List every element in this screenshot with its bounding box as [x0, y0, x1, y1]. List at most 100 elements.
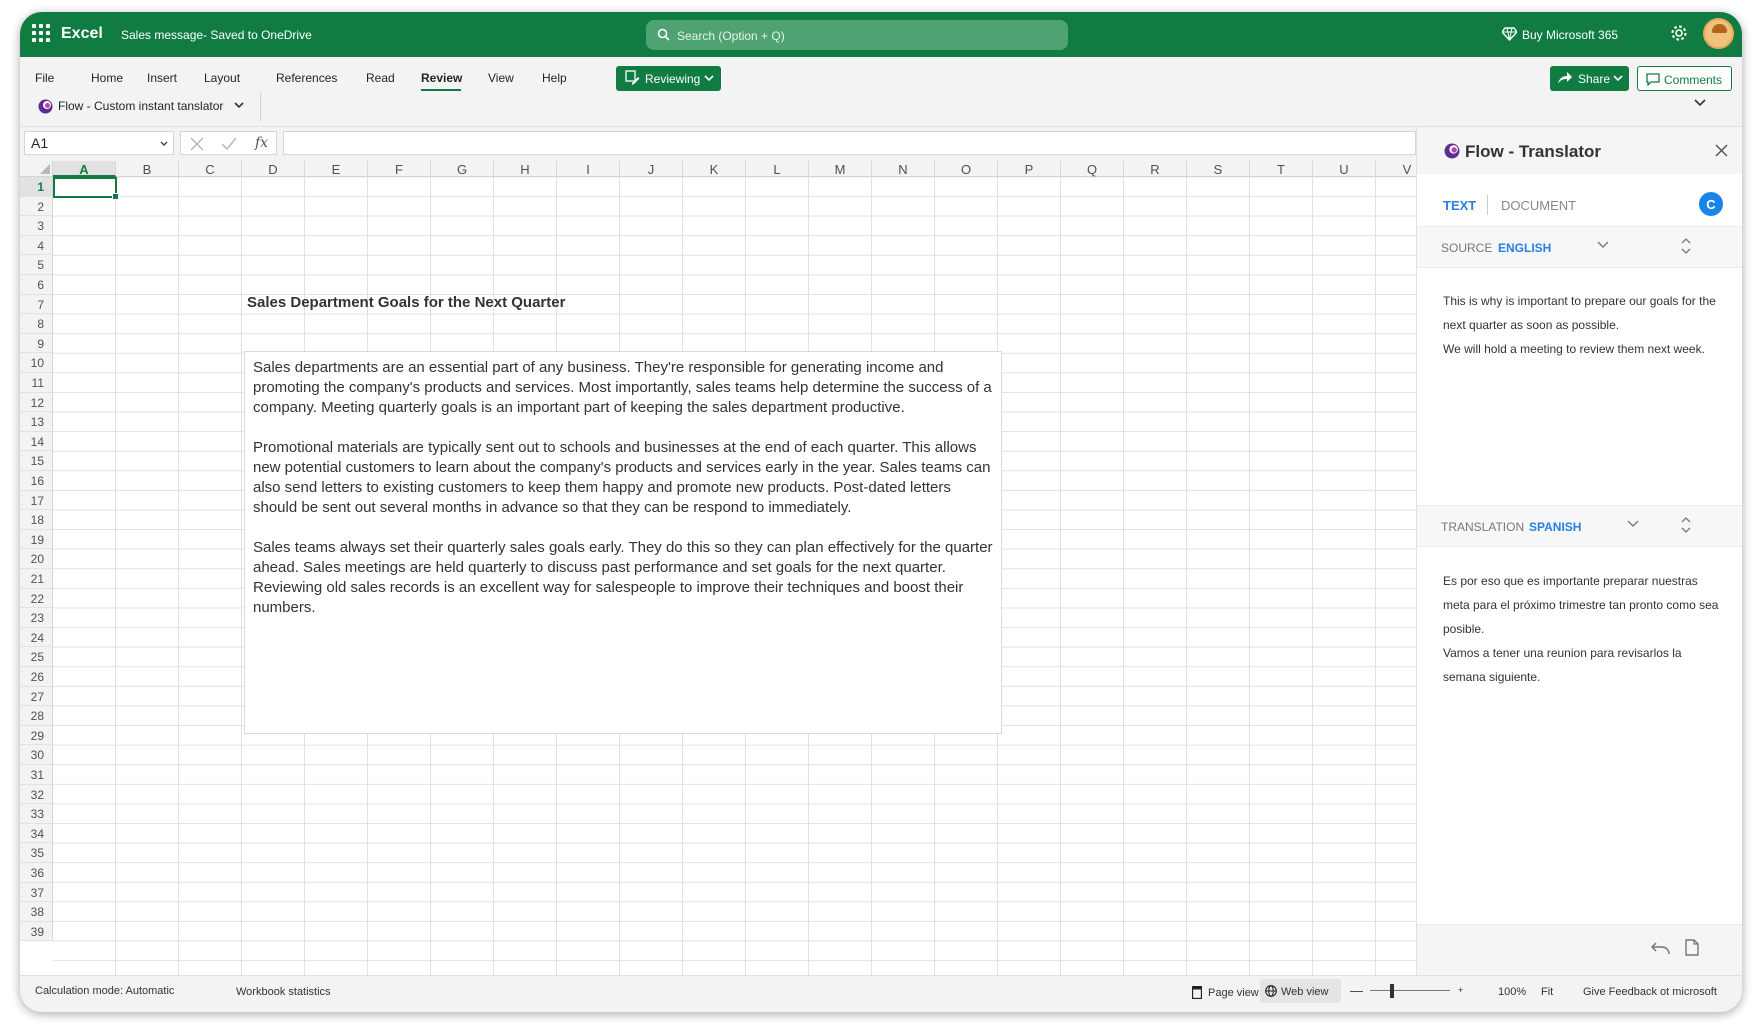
- spreadsheet-grid[interactable]: ABCDEFGHIJKLMNOPQRSTUV 1 2 3 4 5 6 7 8 9 10 11 12 13…: [20, 161, 1416, 975]
- tab-read[interactable]: Read: [366, 71, 395, 85]
- tab-view[interactable]: View: [488, 71, 514, 85]
- row-header[interactable]: 29: [20, 725, 53, 746]
- row-header[interactable]: 10: [20, 353, 53, 373]
- check-icon[interactable]: [221, 137, 237, 151]
- column-header[interactable]: L: [746, 161, 809, 177]
- row-header[interactable]: 15: [20, 451, 53, 471]
- chevron-down-icon[interactable]: [234, 102, 244, 109]
- row-header[interactable]: 22: [20, 588, 53, 609]
- column-header[interactable]: U: [1313, 161, 1376, 177]
- row-header[interactable]: 1: [20, 177, 53, 197]
- column-header[interactable]: F: [368, 161, 431, 177]
- column-header[interactable]: C: [179, 161, 242, 177]
- row-header[interactable]: 35: [20, 843, 53, 863]
- tab-help[interactable]: Help: [542, 71, 567, 85]
- zoom-in-button[interactable]: +: [1458, 985, 1463, 995]
- row-header[interactable]: 13: [20, 412, 53, 432]
- row-header[interactable]: 4: [20, 235, 53, 256]
- column-header[interactable]: G: [431, 161, 494, 177]
- tab-home[interactable]: Home: [91, 71, 123, 85]
- chevron-down-icon[interactable]: [1694, 99, 1706, 107]
- row-header[interactable]: 12: [20, 392, 53, 413]
- text-box[interactable]: Sales departments are an essential part …: [244, 351, 1002, 734]
- column-header[interactable]: N: [872, 161, 935, 177]
- row-header[interactable]: 3: [20, 216, 53, 236]
- zoom-level[interactable]: 100%: [1498, 986, 1526, 998]
- row-header[interactable]: 11: [20, 373, 53, 393]
- tab-insert[interactable]: Insert: [147, 71, 177, 85]
- copy-icon[interactable]: [1685, 939, 1699, 956]
- row-header[interactable]: 25: [20, 647, 53, 667]
- tab-layout[interactable]: Layout: [204, 71, 240, 85]
- column-header[interactable]: Q: [1061, 161, 1124, 177]
- row-header[interactable]: 14: [20, 431, 53, 452]
- gear-icon[interactable]: [1670, 24, 1688, 42]
- column-header[interactable]: R: [1124, 161, 1187, 177]
- avatar[interactable]: [1703, 18, 1734, 49]
- row-header[interactable]: 16: [20, 471, 53, 491]
- row-header[interactable]: 38: [20, 902, 53, 922]
- zoom-slider-thumb[interactable]: [1390, 984, 1394, 998]
- web-view-button[interactable]: Web view: [1260, 979, 1341, 1003]
- column-header[interactable]: S: [1187, 161, 1250, 177]
- source-language-select[interactable]: ENGLISH: [1498, 241, 1551, 255]
- row-header[interactable]: 34: [20, 823, 53, 844]
- account-badge[interactable]: C: [1699, 192, 1723, 216]
- row-header[interactable]: 6: [20, 275, 53, 295]
- row-header[interactable]: 31: [20, 765, 53, 785]
- column-header[interactable]: M: [809, 161, 872, 177]
- column-header[interactable]: T: [1250, 161, 1313, 177]
- column-header[interactable]: O: [935, 161, 998, 177]
- updown-icon[interactable]: [1681, 237, 1691, 255]
- selected-cell[interactable]: [53, 177, 119, 200]
- row-header[interactable]: 8: [20, 314, 53, 334]
- waffle-icon[interactable]: [32, 24, 50, 42]
- tab-file[interactable]: File: [35, 71, 54, 85]
- row-header[interactable]: 7: [20, 294, 53, 315]
- row-header[interactable]: 9: [20, 333, 53, 354]
- row-header[interactable]: 33: [20, 804, 53, 824]
- calculation-mode[interactable]: Calculation mode: Automatic: [35, 985, 174, 997]
- row-header[interactable]: 2: [20, 196, 53, 217]
- flow-custom-translator-button[interactable]: Flow - Custom instant tanslator: [38, 99, 244, 117]
- reviewing-mode-button[interactable]: Reviewing: [616, 66, 721, 91]
- column-header[interactable]: J: [620, 161, 683, 177]
- insert-function-button[interactable]: fx: [255, 135, 268, 151]
- name-box[interactable]: A1: [24, 131, 174, 155]
- row-header[interactable]: 30: [20, 745, 53, 765]
- feedback-link[interactable]: Give Feedback ot microsoft: [1583, 986, 1717, 998]
- column-header[interactable]: H: [494, 161, 557, 177]
- row-header[interactable]: 26: [20, 667, 53, 687]
- column-header[interactable]: A: [53, 161, 116, 177]
- fit-button[interactable]: Fit: [1541, 986, 1553, 998]
- tab-review[interactable]: Review: [421, 71, 462, 85]
- row-header[interactable]: 18: [20, 510, 53, 530]
- column-header[interactable]: V: [1376, 161, 1416, 177]
- select-all-button[interactable]: [20, 161, 53, 177]
- row-header[interactable]: 27: [20, 686, 53, 707]
- cancel-icon[interactable]: [190, 137, 204, 151]
- row-header[interactable]: 21: [20, 569, 53, 589]
- app-name[interactable]: Excel: [61, 25, 103, 43]
- row-header[interactable]: 17: [20, 490, 53, 511]
- row-header[interactable]: 37: [20, 882, 53, 903]
- column-header[interactable]: I: [557, 161, 620, 177]
- column-header[interactable]: P: [998, 161, 1061, 177]
- formula-input[interactable]: [283, 131, 1416, 155]
- document-title[interactable]: Sales message- Saved to OneDrive: [121, 28, 312, 42]
- row-header[interactable]: 5: [20, 255, 53, 275]
- tab-text[interactable]: TEXT: [1443, 198, 1476, 213]
- row-header[interactable]: 39: [20, 921, 53, 942]
- row-header[interactable]: 20: [20, 549, 53, 569]
- row-header[interactable]: 24: [20, 627, 53, 648]
- row-header[interactable]: 19: [20, 529, 53, 550]
- zoom-out-button[interactable]: —: [1350, 983, 1363, 998]
- tab-document[interactable]: DOCUMENT: [1501, 198, 1576, 213]
- row-header[interactable]: 32: [20, 784, 53, 805]
- zoom-slider[interactable]: [1370, 990, 1450, 991]
- share-button[interactable]: Share: [1550, 66, 1629, 91]
- column-header[interactable]: B: [116, 161, 179, 177]
- row-header[interactable]: 23: [20, 608, 53, 628]
- comments-button[interactable]: Comments: [1637, 66, 1732, 91]
- row-header[interactable]: 36: [20, 863, 53, 883]
